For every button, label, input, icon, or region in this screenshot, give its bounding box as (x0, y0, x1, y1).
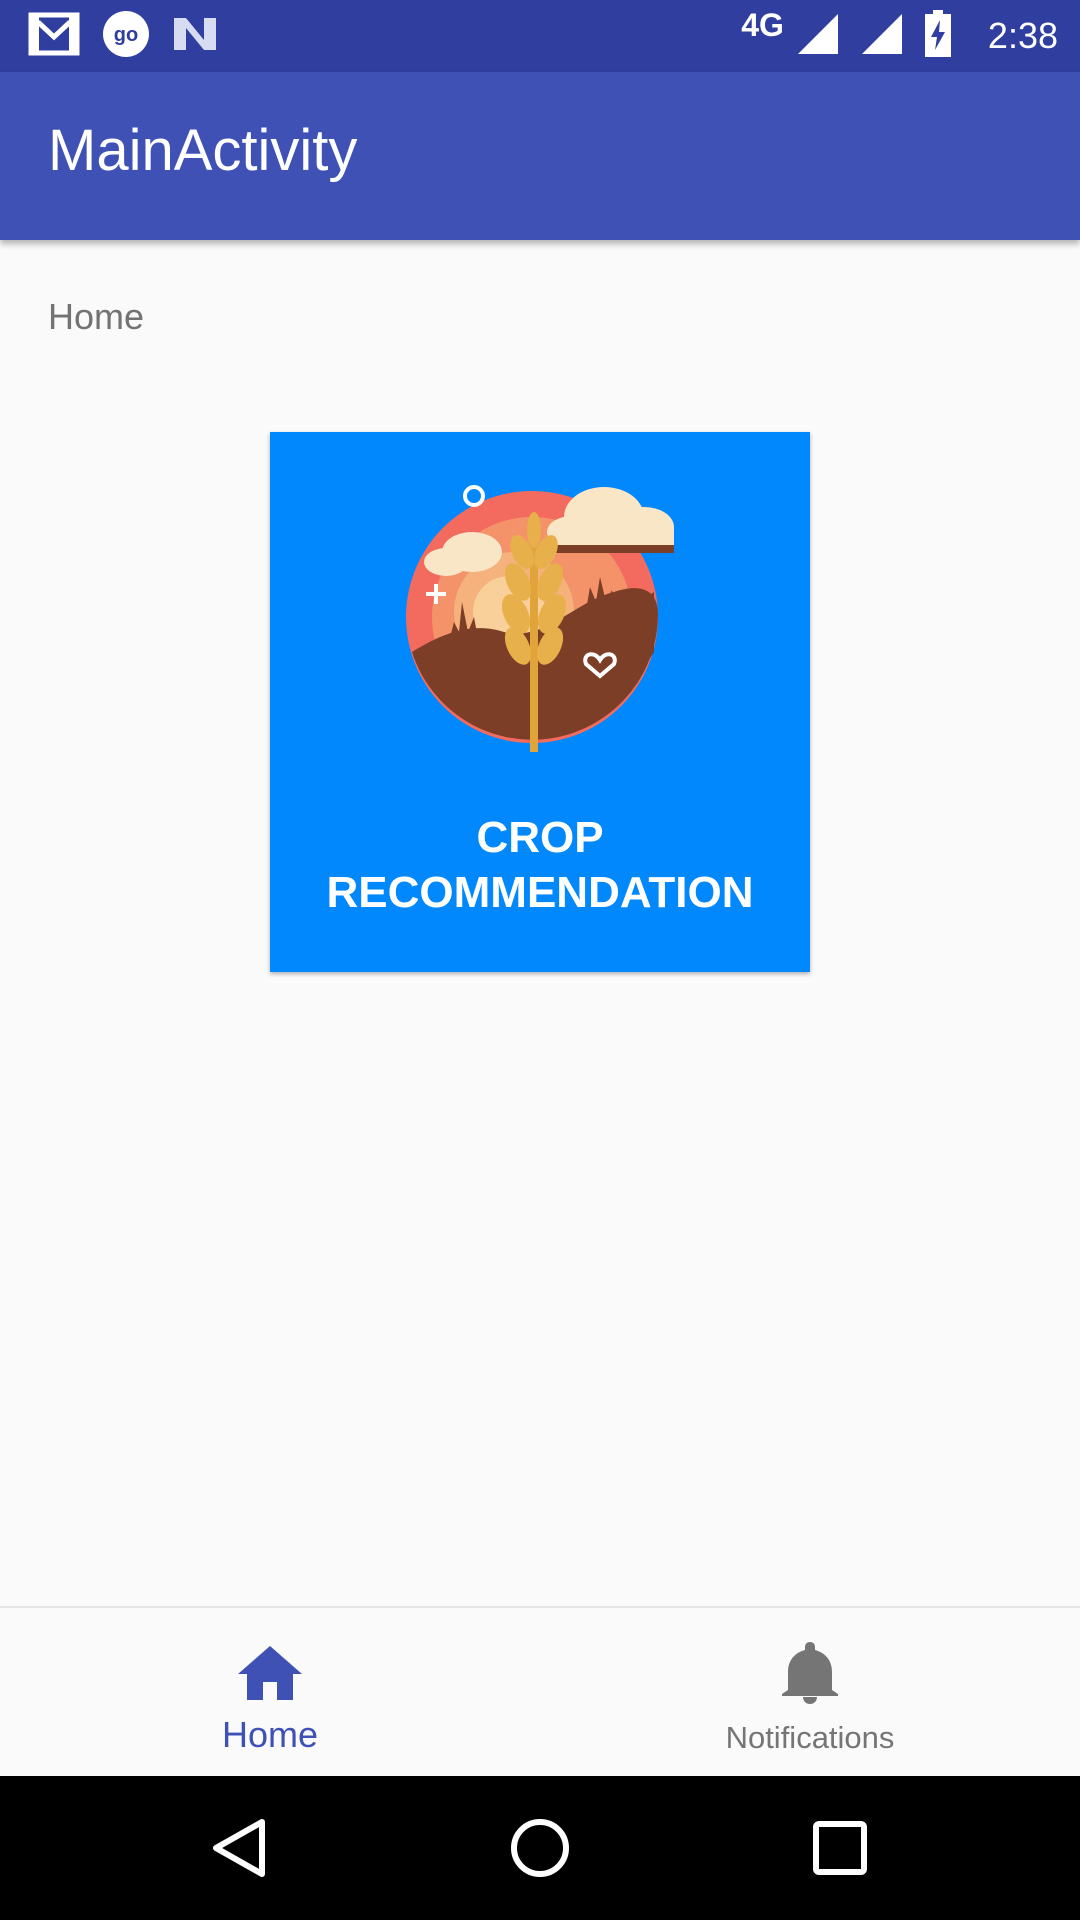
nav-item-notifications[interactable]: Notifications (540, 1608, 1080, 1778)
crop-recommendation-label: CROP RECOMMENDATION (326, 813, 754, 917)
home-circle-icon[interactable] (500, 1808, 580, 1888)
bell-icon (782, 1642, 838, 1704)
home-icon (238, 1646, 302, 1700)
nav-label-home: Home (221, 1714, 319, 1755)
system-navigation-bar (0, 1776, 1080, 1920)
recents-icon[interactable] (800, 1808, 880, 1888)
screen: go 4G 2:38 MainActivity Home CROP RECOMM… (0, 0, 1080, 1920)
section-label: Home (48, 296, 145, 337)
system-status-icons: 4G 2:38 (741, 0, 1058, 72)
network-type-label: 4G (741, 6, 784, 43)
go-app-icon: go (102, 10, 150, 63)
status-bar: go 4G 2:38 (0, 0, 1080, 72)
signal-icon (796, 12, 840, 61)
signal-icon-2 (860, 12, 904, 61)
gmail-icon (28, 12, 80, 61)
bottom-navigation: Home Notifications (0, 1606, 1080, 1778)
wheat-field-icon (406, 485, 674, 752)
battery-charging-icon (924, 9, 952, 63)
nav-label-notifications: Notifications (725, 1720, 895, 1755)
app-bar: MainActivity (0, 72, 1080, 240)
crop-recommendation-card[interactable]: CROP RECOMMENDATION (270, 432, 810, 972)
n-app-icon (172, 14, 218, 59)
back-icon[interactable] (200, 1808, 280, 1888)
app-title: MainActivity (48, 118, 358, 183)
notification-icons: go (28, 10, 218, 63)
svg-text:go: go (114, 24, 138, 46)
clock: 2:38 (987, 15, 1058, 56)
nav-item-home[interactable]: Home (0, 1608, 540, 1778)
